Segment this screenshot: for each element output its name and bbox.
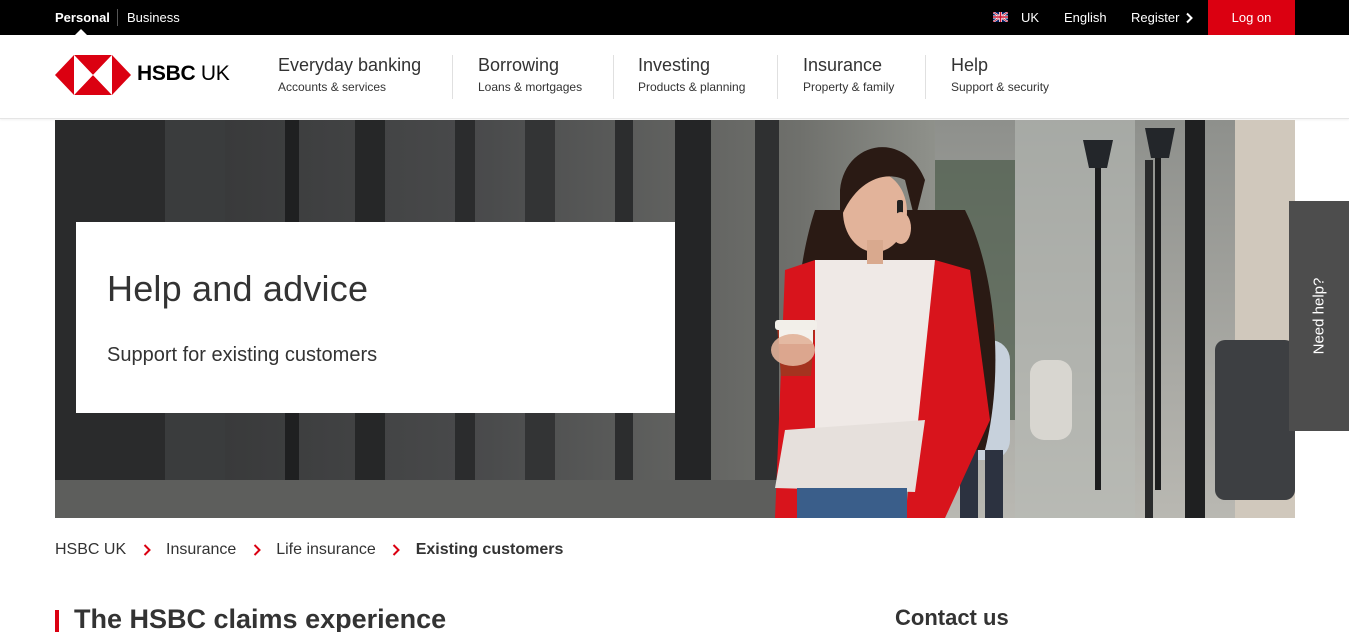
nav-item-title: Investing bbox=[638, 55, 711, 75]
contact-us-heading: Contact us bbox=[895, 605, 1009, 630]
breadcrumb-link-home[interactable]: HSBC UK bbox=[55, 541, 126, 559]
nav-item-subtitle: Loans & mortgages bbox=[478, 80, 583, 94]
nav-item-subtitle: Property & family bbox=[803, 80, 895, 94]
personal-tab[interactable]: Personal bbox=[55, 0, 110, 35]
hsbc-logo[interactable]: HSBC UK bbox=[55, 55, 235, 95]
nav-separator bbox=[452, 55, 453, 99]
nav-item-subtitle: Support & security bbox=[951, 80, 1050, 94]
brand-region: UK bbox=[200, 62, 230, 85]
breadcrumb-current: Existing customers bbox=[415, 541, 564, 558]
nav-item-title: Everyday banking bbox=[278, 55, 422, 75]
nav-investing[interactable]: Investing Products & planning bbox=[638, 55, 745, 99]
nav-separator bbox=[777, 55, 778, 99]
language-selector[interactable]: English bbox=[1064, 0, 1107, 35]
section-heading: The HSBC claims experience bbox=[74, 604, 447, 632]
chevron-right-icon bbox=[393, 544, 401, 556]
top-bar: Personal Business UK English Register Lo… bbox=[0, 0, 1349, 35]
chevron-right-icon bbox=[1186, 12, 1193, 24]
nav-item-subtitle: Products & planning bbox=[638, 80, 746, 94]
nav-separator bbox=[613, 55, 614, 99]
nav-item-subtitle: Accounts & services bbox=[278, 80, 387, 94]
breadcrumb: HSBC UK Insurance Life insurance Existin… bbox=[55, 541, 563, 561]
nav-item-title: Insurance bbox=[803, 55, 883, 75]
need-help-label: Need help? bbox=[1310, 277, 1328, 355]
breadcrumb-link-insurance[interactable]: Insurance bbox=[166, 541, 236, 559]
logo-wordmark: HSBC UK bbox=[137, 62, 230, 86]
segment-divider bbox=[117, 9, 118, 26]
nav-borrowing[interactable]: Borrowing Loans & mortgages bbox=[478, 55, 582, 99]
need-help-tab[interactable]: Need help? bbox=[1289, 201, 1349, 431]
page-title: Help and advice bbox=[107, 268, 369, 309]
main-navigation: HSBC UK Everyday banking Accounts & serv… bbox=[0, 35, 1349, 119]
nav-everyday-banking[interactable]: Everyday banking Accounts & services bbox=[278, 55, 421, 99]
section-accent-bar bbox=[55, 610, 59, 632]
hsbc-hexagon-logo-icon bbox=[55, 55, 131, 95]
hero-banner: Help and advice Support for existing cus… bbox=[55, 120, 1295, 518]
nav-insurance[interactable]: Insurance Property & family bbox=[803, 55, 894, 99]
nav-item-title: Help bbox=[951, 55, 989, 75]
chevron-right-icon bbox=[253, 544, 261, 556]
brand-name: HSBC bbox=[137, 62, 196, 85]
register-link[interactable]: Register bbox=[1131, 0, 1179, 35]
hero-card: Help and advice Support for existing cus… bbox=[76, 222, 675, 413]
country-selector[interactable]: UK bbox=[1021, 0, 1039, 35]
page-subtitle: Support for existing customers bbox=[107, 344, 378, 366]
nav-item-title: Borrowing bbox=[478, 55, 560, 75]
nav-separator bbox=[925, 55, 926, 99]
log-on-button[interactable]: Log on bbox=[1208, 0, 1295, 35]
breadcrumb-link-life-insurance[interactable]: Life insurance bbox=[276, 541, 376, 559]
uk-flag-icon bbox=[993, 12, 1008, 22]
nav-help[interactable]: Help Support & security bbox=[951, 55, 1049, 99]
business-tab[interactable]: Business bbox=[127, 0, 180, 35]
chevron-right-icon bbox=[143, 544, 151, 556]
